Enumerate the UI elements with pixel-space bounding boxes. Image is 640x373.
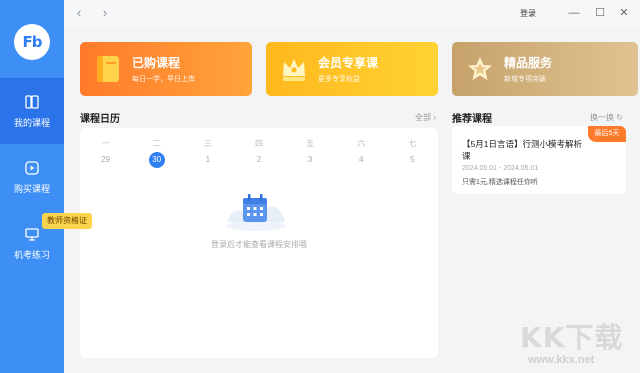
calendar-date[interactable]: 4 bbox=[336, 152, 387, 168]
card-member-courses[interactable]: 会员专享课 更多专享权益 bbox=[266, 42, 438, 96]
chevron-left-icon[interactable]: ‹ bbox=[72, 6, 86, 20]
app-logo[interactable]: Fb bbox=[14, 24, 50, 60]
weekday: 四 bbox=[254, 139, 263, 148]
weekday: 二 bbox=[152, 139, 161, 148]
date-number: 4 bbox=[358, 155, 364, 164]
sidebar: Fb 我的课程 购买课程 机考练习 bbox=[0, 0, 64, 373]
weekday: 一 bbox=[101, 139, 110, 148]
date-number: 2 bbox=[256, 155, 262, 164]
date-number: 30 bbox=[148, 152, 165, 168]
weekday-row: 一 二 三 四 五 六 七 bbox=[80, 138, 438, 149]
sidebar-item-label: 我的课程 bbox=[13, 117, 50, 128]
watermark-logo: KK下载 bbox=[520, 321, 624, 354]
calendar-date[interactable]: 29 bbox=[80, 152, 131, 168]
card-subtitle: 新增专项突破 bbox=[504, 76, 546, 83]
card-title: 精品服务 bbox=[504, 56, 553, 70]
logo-text: Fb bbox=[22, 33, 43, 51]
calendar-panel: 一 二 三 四 五 六 七 29 30 1 2 3 4 5 登录后才能查看课程安… bbox=[80, 128, 438, 358]
card-subtitle: 更多专享权益 bbox=[318, 76, 360, 83]
title-bar: ‹ › 登录 — ☐ ✕ bbox=[64, 0, 640, 28]
weekday: 六 bbox=[357, 139, 366, 148]
weekday: 七 bbox=[408, 139, 417, 148]
date-number: 29 bbox=[101, 155, 111, 164]
play-icon bbox=[25, 160, 39, 175]
sidebar-item-my-courses[interactable]: 我的课程 bbox=[0, 78, 64, 144]
calendar-date[interactable]: 5 bbox=[387, 152, 438, 168]
computer-icon bbox=[25, 227, 39, 241]
close-button[interactable]: ✕ bbox=[616, 5, 632, 21]
card-premium-service[interactable]: 精品服务 新增专项突破 bbox=[452, 42, 638, 96]
recommend-course-card[interactable]: 最后5天 【5月1日言语】行测小模考解析课 2024.05.01 - 2024.… bbox=[452, 126, 626, 194]
countdown-badge: 最后5天 bbox=[588, 126, 626, 142]
teacher-cert-badge[interactable]: 教师资格证 bbox=[42, 213, 92, 229]
calendar-date[interactable]: 1 bbox=[182, 152, 233, 168]
empty-calendar-illustration bbox=[226, 194, 286, 231]
card-purchased-courses[interactable]: 已购课程 每日一学，早日上岸 bbox=[80, 42, 252, 96]
date-number: 5 bbox=[410, 155, 415, 164]
calendar-all-link[interactable]: 全部 › bbox=[415, 112, 436, 123]
course-name: 【5月1日言语】行测小模考解析课 bbox=[462, 139, 582, 161]
minimize-button[interactable]: — bbox=[566, 5, 582, 21]
login-button[interactable]: 登录 bbox=[520, 8, 536, 19]
card-title: 已购课程 bbox=[132, 56, 181, 70]
watermark-url: www.kkx.net bbox=[528, 354, 595, 366]
sidebar-item-buy-courses[interactable]: 购买课程 bbox=[0, 144, 64, 210]
card-title: 会员专享课 bbox=[318, 56, 379, 70]
star-icon bbox=[468, 57, 492, 80]
empty-message: 登录后才能查看课程安排哦 bbox=[211, 240, 307, 249]
calendar-title: 课程日历 bbox=[80, 114, 120, 125]
date-number: 1 bbox=[205, 155, 211, 164]
calendar-date[interactable]: 2 bbox=[233, 152, 284, 168]
calendar-date[interactable]: 3 bbox=[285, 152, 336, 168]
calendar-date-today[interactable]: 30 bbox=[131, 152, 182, 168]
sidebar-item-label: 购买课程 bbox=[13, 183, 50, 194]
crown-icon bbox=[283, 59, 305, 81]
course-date: 2024.05.01 - 2024.05.01 bbox=[462, 165, 539, 172]
book-icon bbox=[97, 56, 119, 82]
watermark: KK下载 www.kkx.net bbox=[520, 316, 638, 371]
card-subtitle: 每日一学，早日上岸 bbox=[132, 76, 195, 83]
date-number: 3 bbox=[307, 155, 313, 164]
chevron-right-icon[interactable]: › bbox=[98, 6, 112, 20]
refresh-recommend-link[interactable]: 换一换 ↻ bbox=[590, 112, 623, 123]
sidebar-item-label: 机考练习 bbox=[13, 249, 50, 260]
recommend-title: 推荐课程 bbox=[452, 114, 492, 125]
course-desc: 只需1元,精选课程任你听 bbox=[462, 179, 538, 186]
weekday: 三 bbox=[203, 139, 212, 148]
book-open-icon bbox=[25, 94, 39, 109]
weekday: 五 bbox=[306, 139, 315, 148]
date-row: 29 30 1 2 3 4 5 bbox=[80, 152, 438, 168]
maximize-button[interactable]: ☐ bbox=[592, 5, 608, 21]
